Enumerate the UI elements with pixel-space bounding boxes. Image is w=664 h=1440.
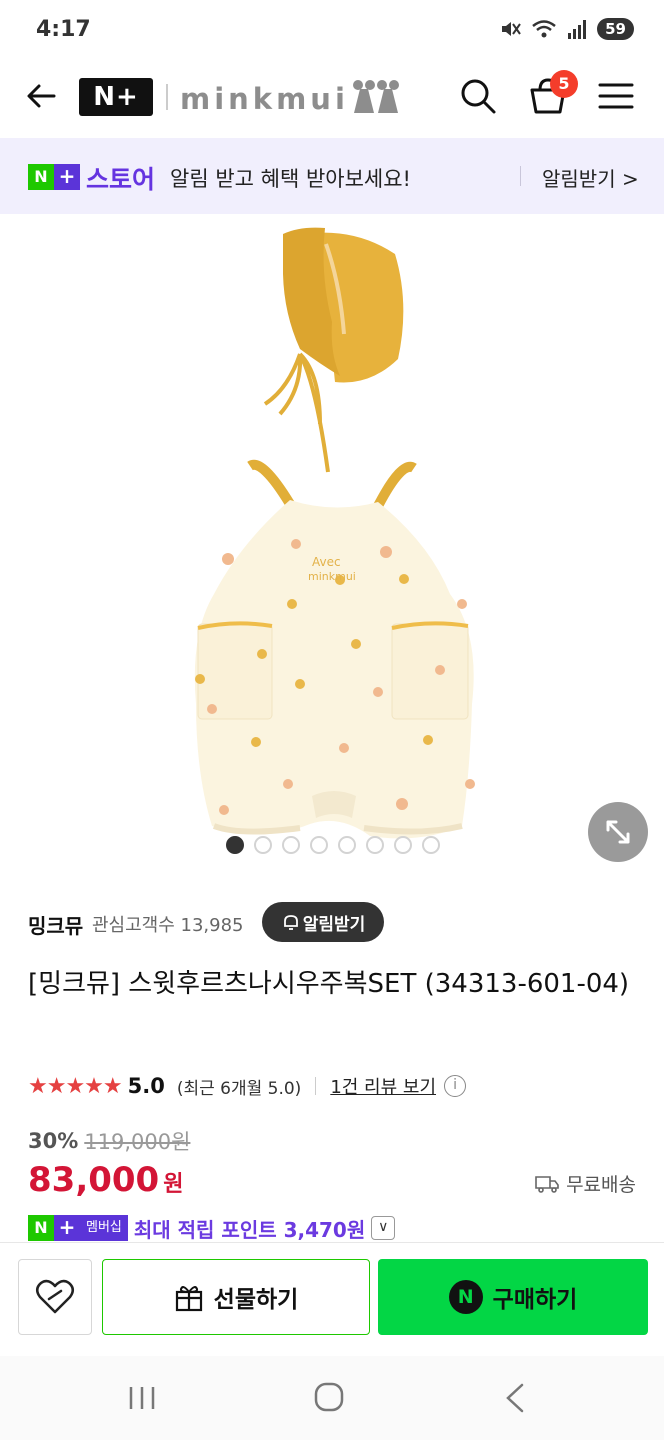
- badge-plus: +: [54, 1215, 80, 1241]
- promo-message: 알림 받고 혜택 받아보세요!: [170, 167, 411, 191]
- rating-score: 5.0: [127, 1074, 165, 1098]
- expand-icon: [606, 820, 630, 844]
- price-unit: 원: [163, 1172, 184, 1197]
- follower-count: 관심고객수 13,985: [92, 915, 244, 936]
- wishlist-button[interactable]: [18, 1259, 92, 1335]
- logo-divider: [166, 84, 168, 110]
- rating-stars: ★★★★★: [28, 1073, 123, 1099]
- seller-name[interactable]: 밍크뮤: [28, 910, 83, 939]
- shipping-info: 무료배송: [534, 1170, 636, 1197]
- back-arrow-icon[interactable]: [24, 78, 60, 114]
- review-link[interactable]: 1건 리뷰 보기: [330, 1073, 436, 1099]
- nplus-logo[interactable]: N+: [79, 78, 153, 116]
- svg-text:minkmui: minkmui: [308, 570, 356, 583]
- chevron-down-icon[interactable]: ∨: [371, 1216, 396, 1240]
- info-icon[interactable]: i: [444, 1075, 467, 1097]
- buy-label: 구매하기: [492, 1287, 578, 1313]
- wifi-icon: [532, 20, 556, 38]
- seller-notify-button[interactable]: 알림받기: [262, 902, 384, 942]
- system-navigation-bar: [0, 1356, 664, 1440]
- product-image[interactable]: Avec minkmui: [0, 214, 664, 880]
- gift-icon: [175, 1286, 202, 1312]
- notify-subscribe-link[interactable]: 알림받기 >: [542, 163, 639, 192]
- image-carousel-dots[interactable]: [226, 836, 440, 854]
- gift-button[interactable]: 선물하기: [102, 1259, 370, 1335]
- brand-logo[interactable]: minkmui: [180, 82, 349, 116]
- carousel-dot[interactable]: [394, 836, 412, 854]
- store-notification-banner[interactable]: N + 스토어 알림 받고 혜택 받아보세요! 알림받기 >: [0, 138, 664, 214]
- badge-n: N: [28, 164, 54, 190]
- status-bar: 4:17 59: [0, 0, 664, 62]
- hamburger-menu-icon[interactable]: [598, 80, 634, 112]
- gift-label: 선물하기: [213, 1287, 299, 1313]
- garment-print-text: Avec: [312, 555, 341, 569]
- discount-rate: 30%: [28, 1129, 79, 1153]
- sale-price: 83,000: [28, 1160, 160, 1200]
- bell-plus-icon: [283, 915, 298, 930]
- badge-plus: +: [54, 164, 80, 190]
- membership-points-row[interactable]: N + 멤버십 최대 적립 포인트 3,470원 ∨: [28, 1214, 396, 1242]
- max-points-text: 최대 적립 포인트 3,470원: [133, 1217, 366, 1242]
- mute-icon: [502, 22, 521, 36]
- carousel-dot[interactable]: [282, 836, 300, 854]
- buy-button[interactable]: N 구매하기: [378, 1259, 648, 1335]
- status-icons: 59: [499, 18, 634, 40]
- rating-recent: (최근 6개월 5.0): [176, 1078, 302, 1099]
- membership-badge: N + 멤버십: [28, 1215, 128, 1241]
- product-title: [밍크뮤] 스윗후르츠나시우주복SET (34313-601-04): [28, 969, 630, 999]
- cart-count-badge: 5: [550, 70, 578, 98]
- carousel-dot[interactable]: [422, 836, 440, 854]
- seller-notify-label: 알림받기: [302, 914, 366, 935]
- membership-label: 멤버십: [80, 1215, 128, 1241]
- discount-row: 30% 119,000원: [28, 1126, 190, 1156]
- carousel-dot[interactable]: [338, 836, 356, 854]
- zoom-expand-button[interactable]: [588, 802, 648, 862]
- rating-separator: [315, 1077, 317, 1095]
- price-row: 83,000 원: [28, 1160, 183, 1200]
- store-label: 스토어: [86, 165, 156, 194]
- brand-mascot-icon: [353, 80, 399, 113]
- system-back-icon[interactable]: [502, 1382, 530, 1414]
- carousel-dot[interactable]: [254, 836, 272, 854]
- carousel-dot[interactable]: [226, 836, 244, 854]
- carousel-dot[interactable]: [366, 836, 384, 854]
- badge-n: N: [28, 1215, 54, 1241]
- naverpay-icon: N: [448, 1280, 483, 1314]
- top-header: N+ minkmui 5: [0, 62, 664, 138]
- carousel-dot[interactable]: [310, 836, 328, 854]
- shipping-label: 무료배송: [566, 1174, 636, 1196]
- signal-icon: [568, 20, 587, 39]
- search-icon[interactable]: [458, 76, 498, 116]
- nplus-store-badge: N +: [28, 164, 80, 190]
- rating-row: ★★★★★ 5.0 (최근 6개월 5.0) 1건 리뷰 보기 i: [28, 1070, 467, 1102]
- status-time: 4:17: [36, 17, 91, 42]
- purchase-action-bar: 선물하기 N 구매하기: [0, 1242, 664, 1356]
- truck-icon: [535, 1175, 559, 1193]
- battery-indicator: 59: [597, 18, 634, 40]
- original-price: 119,000원: [84, 1130, 191, 1154]
- product-photo: Avec minkmui: [194, 227, 475, 839]
- recent-apps-icon[interactable]: [126, 1384, 158, 1412]
- promo-divider: [520, 166, 521, 186]
- home-icon[interactable]: [313, 1381, 345, 1413]
- seller-row: 밍크뮤 관심고객수 13,985 알림받기: [28, 900, 648, 944]
- heart-icon: [36, 1279, 74, 1314]
